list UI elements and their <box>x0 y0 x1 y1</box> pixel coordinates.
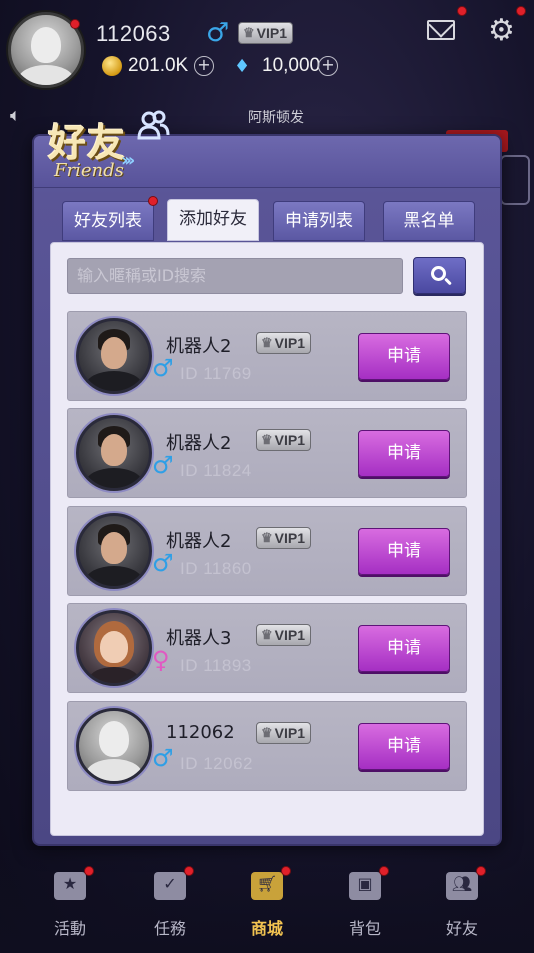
gear-icon[interactable]: ⚙ <box>488 16 515 46</box>
vip-label: VIP1 <box>274 725 306 741</box>
vip-badge: ♛ VIP1 <box>256 722 312 744</box>
diamond-icon: ♦ <box>234 56 251 77</box>
vip-badge: ♛ VIP1 <box>238 22 294 44</box>
user-name: 112062 <box>166 722 235 743</box>
male-gender-icon: ♂ <box>152 354 174 382</box>
star-card-icon: ★ <box>50 866 94 904</box>
avatar-notification-dot <box>70 19 80 29</box>
list-item: 112062 ♛ VIP1 ♂ ID 12062 申请 <box>67 701 467 791</box>
nav-label: 活動 <box>53 919 86 938</box>
nav-label: 任務 <box>153 919 186 938</box>
list-item: 机器人2 ♛ VIP1 ♂ ID 11824 申请 <box>67 408 467 498</box>
vip-badge: ♛ VIP1 <box>256 332 312 354</box>
nav-notification-dot <box>379 866 389 876</box>
vip-badge: ♛ VIP1 <box>256 527 312 549</box>
list-item: 机器人2 ♛ VIP1 ♂ ID 11860 申请 <box>67 506 467 596</box>
user-avatar[interactable] <box>76 513 152 589</box>
user-avatar[interactable] <box>76 415 152 491</box>
vip-label: VIP1 <box>274 335 306 351</box>
apply-button[interactable]: 申请 <box>358 430 450 477</box>
crown-icon: ♛ <box>261 725 273 740</box>
nav-label: 好友 <box>445 919 478 938</box>
shopping-cart-icon: 🛒︎ <box>247 866 291 904</box>
crown-icon: ♛ <box>261 432 273 447</box>
vip-badge: ♛ VIP1 <box>256 624 312 646</box>
tab-add-friend[interactable]: 添加好友 <box>167 199 259 241</box>
user-id: ID 11769 <box>180 364 252 383</box>
list-item: 机器人3 ♛ VIP1 ♀ ID 11893 申请 <box>67 603 467 693</box>
tab-blacklist[interactable]: 黑名单 <box>383 201 475 241</box>
nav-item-0[interactable]: ★ 活動 <box>30 866 110 939</box>
nav-notification-dot <box>184 866 194 876</box>
tab-request-list[interactable]: 申请列表 <box>273 201 365 241</box>
nav-item-4[interactable]: 👥︎ 好友 <box>422 866 502 939</box>
user-avatar[interactable] <box>76 318 152 394</box>
mail-icon[interactable] <box>427 20 455 40</box>
coin-balance: 201.0K <box>128 55 189 76</box>
crown-icon: ♛ <box>261 627 273 642</box>
top-bar: 112063 ♂ ♛ VIP1 201.0K + ♦ 10,000 + ⚙ <box>0 0 534 100</box>
friends-icon: 👥︎ <box>442 866 486 904</box>
calendar-check-icon: ✓ <box>150 866 194 904</box>
male-gender-icon: ♂ <box>152 744 174 772</box>
list-item: 机器人2 ♛ VIP1 ♂ ID 11769 申请 <box>67 311 467 401</box>
coin-icon <box>102 56 122 76</box>
settings-notification-dot <box>516 6 526 16</box>
diamond-balance: 10,000 <box>262 55 321 76</box>
male-gender-icon: ♂ <box>206 18 230 48</box>
crown-icon: ♛ <box>261 335 273 350</box>
background-decoration-side <box>500 155 530 205</box>
user-name: 机器人2 <box>166 433 232 454</box>
speaker-icon[interactable]: 🔈︎ <box>10 105 21 126</box>
user-id: ID 12062 <box>180 754 253 773</box>
tab-notification-dot <box>148 196 158 206</box>
nav-item-3[interactable]: ▣ 背包 <box>325 866 405 939</box>
add-diamonds-button[interactable]: + <box>318 56 338 76</box>
marquee-text: 阿斯顿发 <box>248 110 304 126</box>
nav-notification-dot <box>84 866 94 876</box>
nav-item-1[interactable]: ✓ 任務 <box>130 866 210 939</box>
backpack-icon: ▣ <box>345 866 389 904</box>
panel-subtitle: Friends <box>54 160 124 181</box>
vip-label: VIP1 <box>274 530 306 546</box>
apply-button[interactable]: 申请 <box>358 528 450 575</box>
apply-button[interactable]: 申请 <box>358 625 450 672</box>
user-id: ID 11824 <box>180 461 252 480</box>
panel-title: 好友 <box>48 121 127 165</box>
user-id: ID 11893 <box>180 656 252 675</box>
male-gender-icon: ♂ <box>152 451 174 479</box>
nav-label: 商城 <box>250 919 283 938</box>
user-name: 机器人3 <box>166 628 232 649</box>
add-coins-button[interactable]: + <box>194 56 214 76</box>
apply-button[interactable]: 申请 <box>358 723 450 770</box>
vip-badge: ♛ VIP1 <box>256 429 312 451</box>
crown-icon: ♛ <box>243 25 255 40</box>
nav-notification-dot <box>281 866 291 876</box>
male-gender-icon: ♂ <box>152 549 174 577</box>
search-button[interactable] <box>413 257 466 294</box>
tab-friend-list[interactable]: 好友列表 <box>62 201 154 241</box>
chevrons-icon: ››› <box>121 150 135 171</box>
apply-button[interactable]: 申请 <box>358 333 450 380</box>
nav-label: 背包 <box>348 919 381 938</box>
nav-item-2[interactable]: 🛒︎ 商城 <box>227 866 307 939</box>
mail-notification-dot <box>457 6 467 16</box>
nav-notification-dot <box>476 866 486 876</box>
user-avatar[interactable] <box>76 610 152 686</box>
user-avatar[interactable] <box>76 708 152 784</box>
female-gender-icon: ♀ <box>152 646 170 674</box>
vip-label: VIP1 <box>274 432 306 448</box>
friends-title-icon <box>137 110 170 140</box>
user-name: 机器人2 <box>166 336 232 357</box>
vip-label: VIP1 <box>256 25 288 41</box>
user-name: 机器人2 <box>166 531 232 552</box>
crown-icon: ♛ <box>261 530 273 545</box>
player-id: 112063 <box>96 21 171 46</box>
user-id: ID 11860 <box>180 559 252 578</box>
vip-label: VIP1 <box>274 627 306 643</box>
search-input[interactable]: 输入暱稱或ID搜索 <box>67 258 403 294</box>
